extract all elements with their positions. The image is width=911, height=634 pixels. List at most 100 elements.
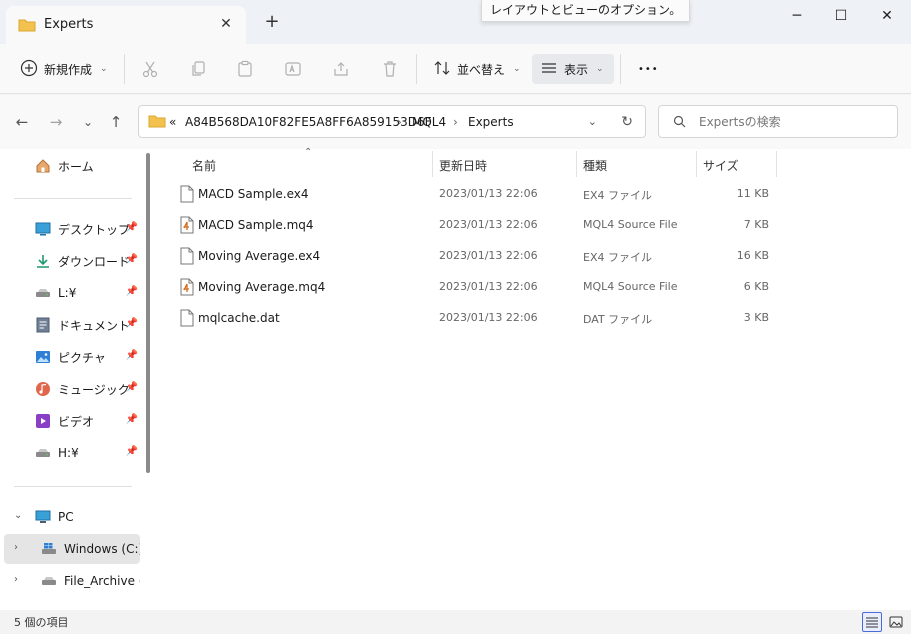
new-button[interactable]: 新規作成 ⌄ — [12, 54, 116, 84]
divider — [620, 54, 621, 84]
file-size: 6 KB — [743, 280, 769, 293]
sidebar-item-drive-c[interactable]: › Windows (C:) — [4, 534, 140, 564]
file-row[interactable]: mqlcache.dat 2023/01/13 22:06 DAT ファイル 3… — [172, 303, 772, 333]
file-type: DAT ファイル — [583, 313, 653, 326]
search-input[interactable] — [699, 113, 889, 131]
file-row[interactable]: Moving Average.mq4 2023/01/13 22:06 MQL4… — [172, 272, 772, 302]
refresh-icon[interactable]: ↻ — [621, 114, 633, 130]
pin-icon[interactable]: 📌 — [126, 222, 138, 233]
breadcrumb-separator[interactable]: › — [453, 115, 458, 129]
breadcrumb-overflow[interactable]: « — [169, 115, 176, 129]
column-header-size[interactable]: サイズ — [703, 153, 739, 179]
details-view-icon[interactable] — [862, 612, 882, 632]
file-type: EX4 ファイル — [583, 189, 652, 202]
sidebar-item-drive-l[interactable]: L:¥ 📌 — [4, 278, 140, 308]
sidebar-item-desktop[interactable]: デスクトップ 📌 — [4, 214, 140, 244]
desktop-icon — [34, 221, 52, 237]
close-tab-icon[interactable]: ✕ — [216, 14, 236, 34]
mq4-file-icon — [180, 278, 194, 299]
chevron-down-icon[interactable]: ⌄ — [14, 510, 22, 521]
sidebar-item-music[interactable]: ミュージック 📌 — [4, 374, 140, 404]
breadcrumb-item[interactable]: A84B568DA10F82FE5A8FF6A859153D6F — [185, 115, 432, 129]
close-window-button[interactable]: ✕ — [864, 0, 910, 32]
breadcrumb-separator[interactable]: › — [397, 115, 402, 129]
column-header-date[interactable]: 更新日時 — [439, 153, 487, 179]
chevron-down-icon: ⌄ — [513, 64, 521, 74]
minimize-button[interactable]: ─ — [774, 0, 820, 32]
back-button[interactable]: ← — [10, 110, 34, 134]
address-bar[interactable]: « A84B568DA10F82FE5A8FF6A859153D6F › MQL… — [138, 105, 646, 138]
content-area: ホーム デスクトップ 📌 ダウンロード 📌 L:¥ 📌 ドキュメント 📌 ピクチ… — [0, 147, 911, 610]
divider — [14, 486, 132, 487]
mq4-file-icon — [180, 216, 194, 237]
rename-icon[interactable] — [282, 58, 304, 80]
more-options-button[interactable]: ••• — [630, 54, 667, 84]
sidebar-item-label: ダウンロード — [58, 254, 131, 269]
sidebar-item-documents[interactable]: ドキュメント 📌 — [4, 310, 140, 340]
pin-icon[interactable]: 📌 — [126, 318, 138, 329]
pin-icon[interactable]: 📌 — [126, 382, 138, 393]
sidebar-item-drive-d[interactable]: › File_Archive (D:) — [4, 566, 140, 596]
paste-icon[interactable] — [234, 58, 256, 80]
sidebar-item-label: Windows (C:) — [64, 542, 140, 556]
sort-button[interactable]: 並べ替え ⌄ — [425, 54, 529, 84]
sidebar-item-home[interactable]: ホーム — [4, 151, 140, 181]
search-box[interactable] — [658, 105, 898, 138]
title-bar: Experts ✕ + レイアウトとビューのオプション。 ─ ☐ ✕ — [0, 0, 911, 44]
tab-experts[interactable]: Experts ✕ — [6, 6, 246, 44]
file-row[interactable]: MACD Sample.ex4 2023/01/13 22:06 EX4 ファイ… — [172, 179, 772, 209]
sidebar-item-downloads[interactable]: ダウンロード 📌 — [4, 246, 140, 276]
column-divider[interactable] — [696, 151, 697, 177]
sidebar-item-label: File_Archive (D:) — [64, 574, 140, 588]
pin-icon[interactable]: 📌 — [126, 414, 138, 425]
file-name: mqlcache.dat — [198, 311, 280, 325]
sidebar-item-pictures[interactable]: ピクチャ 📌 — [4, 342, 140, 372]
sidebar-item-label: PC — [58, 510, 74, 524]
share-icon[interactable] — [330, 58, 352, 80]
windows-drive-icon — [40, 541, 58, 557]
pin-icon[interactable]: 📌 — [126, 286, 138, 297]
column-divider[interactable] — [576, 151, 577, 177]
file-date: 2023/01/13 22:06 — [439, 280, 538, 293]
forward-button[interactable]: → — [44, 110, 68, 134]
view-button[interactable]: 表示 ⌄ — [532, 54, 614, 84]
maximize-button[interactable]: ☐ — [818, 0, 864, 32]
recent-locations-button[interactable]: ⌄ — [76, 110, 100, 134]
sidebar-item-pc[interactable]: ⌄ PC — [4, 502, 140, 532]
sort-icon — [433, 59, 451, 80]
column-header-type[interactable]: 種類 — [583, 153, 607, 179]
sidebar-scrollbar[interactable] — [146, 153, 150, 473]
column-divider[interactable] — [432, 151, 433, 177]
file-name: Moving Average.ex4 — [198, 249, 321, 263]
column-header-name[interactable]: 名前 — [192, 153, 216, 179]
chevron-right-icon[interactable]: › — [14, 542, 18, 553]
file-date: 2023/01/13 22:06 — [439, 311, 538, 324]
drive-icon — [34, 285, 52, 301]
pin-icon[interactable]: 📌 — [126, 254, 138, 265]
sidebar-item-label: ビデオ — [58, 414, 95, 429]
video-icon — [34, 413, 52, 429]
scissors-icon[interactable] — [139, 58, 161, 80]
divider — [14, 198, 132, 199]
pin-icon[interactable]: 📌 — [126, 446, 138, 457]
document-icon — [34, 317, 52, 333]
column-divider[interactable] — [776, 151, 777, 177]
copy-icon[interactable] — [187, 58, 209, 80]
new-tab-button[interactable]: + — [262, 12, 282, 32]
breadcrumb-item[interactable]: Experts — [468, 115, 514, 129]
pin-icon[interactable]: 📌 — [126, 350, 138, 361]
new-button-label: 新規作成 — [44, 62, 93, 77]
view-button-label: 表示 — [564, 62, 589, 77]
file-row[interactable]: MACD Sample.mq4 2023/01/13 22:06 MQL4 So… — [172, 210, 772, 240]
large-icons-view-icon[interactable] — [886, 612, 906, 632]
file-row[interactable]: Moving Average.ex4 2023/01/13 22:06 EX4 … — [172, 241, 772, 271]
sidebar-item-drive-h[interactable]: H:¥ 📌 — [4, 438, 140, 468]
chevron-down-icon[interactable]: ⌄ — [588, 115, 597, 128]
chevron-right-icon[interactable]: › — [14, 574, 18, 585]
trash-icon[interactable] — [379, 58, 401, 80]
file-type: MQL4 Source File — [583, 218, 678, 231]
up-button[interactable]: ↑ — [104, 110, 128, 134]
sidebar-item-label: H:¥ — [58, 446, 79, 460]
breadcrumb-item[interactable]: MQL4 — [412, 115, 446, 129]
sidebar-item-videos[interactable]: ビデオ 📌 — [4, 406, 140, 436]
